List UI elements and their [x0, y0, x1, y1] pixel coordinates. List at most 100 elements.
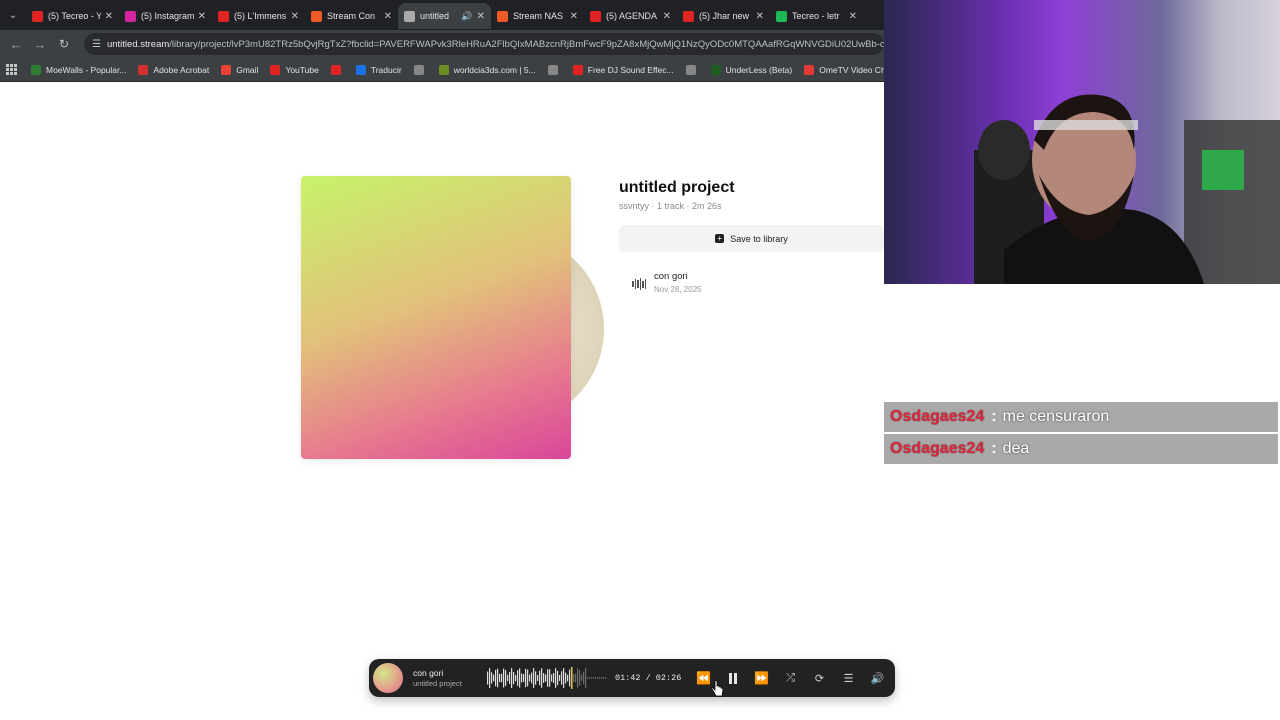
- waveform-bar: [513, 671, 515, 685]
- browser-tab[interactable]: (5) L'Immens ✕: [212, 3, 305, 29]
- track-row[interactable]: con gori Nov 28, 2025: [632, 271, 702, 294]
- bookmark-favicon-icon: [413, 64, 424, 75]
- audio-player-bar: con gori untitled project 01:42 / 02:26 …: [369, 659, 895, 697]
- waveform-bar: [575, 673, 577, 683]
- streamer-webcam-image: [974, 94, 1280, 284]
- bookmark-item[interactable]: Traducir: [355, 64, 402, 75]
- browser-tab[interactable]: (5) Tecreo - Y ✕: [26, 3, 119, 29]
- tab-close-icon[interactable]: ✕: [384, 11, 392, 22]
- browser-tab[interactable]: Stream Con ✕: [305, 3, 398, 29]
- tab-title: (5) AGENDA: [606, 11, 658, 21]
- tab-close-icon[interactable]: ✕: [849, 11, 857, 22]
- waveform-bar: [525, 668, 527, 688]
- save-to-library-button[interactable]: + Save to library: [619, 225, 884, 252]
- track-name: con gori: [654, 271, 688, 282]
- url-path: /library/project/lvP3mU82TRz5bQvjRgTxZ?f…: [169, 38, 884, 50]
- playhead-marker[interactable]: [571, 667, 573, 689]
- waveform-bar: [501, 673, 503, 683]
- browser-tab[interactable]: untitled 🔊 ✕: [398, 3, 491, 29]
- tabs-container: (5) Tecreo - Y ✕ (5) Instagram ✕ (5) L'Immen…: [26, 1, 863, 29]
- waveform-bar: [495, 669, 497, 687]
- project-title: untitled project: [619, 179, 735, 196]
- waveform-graphic: [487, 667, 607, 689]
- plus-icon: +: [715, 234, 725, 243]
- bookmark-favicon-icon: [31, 64, 41, 75]
- bookmarks-bar: MoeWalls - Popular... Adobe Acrobat Gmail Y…: [0, 58, 900, 82]
- chat-text: me censuraron: [1002, 408, 1110, 425]
- tab-close-icon[interactable]: ✕: [291, 11, 299, 22]
- waveform-bar: [591, 677, 593, 679]
- tab-close-icon[interactable]: ✕: [756, 11, 764, 22]
- bookmark-label: UnderLess (Beta): [725, 64, 793, 75]
- waveform-bar: [553, 673, 555, 683]
- waveform-bar: [533, 668, 535, 688]
- bookmark-label: YouTube: [285, 64, 319, 75]
- webcam-overlay: [884, 0, 1280, 284]
- bookmark-label: Free DJ Sound Effec...: [587, 64, 674, 75]
- shuffle-icon[interactable]: ⤮: [776, 665, 805, 691]
- apps-grid-icon[interactable]: [6, 63, 17, 76]
- bookmark-item[interactable]: Gmail: [221, 64, 258, 75]
- browser-tab[interactable]: (5) AGENDA ✕: [584, 3, 677, 29]
- bookmark-item[interactable]: [685, 64, 701, 75]
- tab-close-icon[interactable]: ✕: [105, 11, 113, 22]
- tab-favicon-icon: [311, 10, 322, 22]
- site-settings-icon[interactable]: ☰: [92, 39, 101, 50]
- tab-close-icon[interactable]: ✕: [477, 11, 485, 22]
- waveform-bar: [515, 674, 517, 682]
- bookmark-item[interactable]: YouTube: [270, 64, 319, 75]
- bookmark-favicon-icon: [710, 64, 721, 75]
- browser-tab[interactable]: Tecreo - letr ✕: [770, 3, 863, 29]
- chat-username: Osdagaes24: [890, 440, 985, 457]
- bookmark-favicon-icon: [330, 64, 341, 75]
- tab-close-icon[interactable]: ✕: [198, 11, 206, 22]
- bookmark-item[interactable]: [330, 64, 346, 75]
- bookmark-item[interactable]: [547, 64, 563, 75]
- bookmark-item[interactable]: worldcia3ds.com | 5...: [438, 64, 536, 75]
- tab-title: untitled: [420, 11, 450, 21]
- reload-icon[interactable]: ↻: [52, 37, 76, 51]
- waveform-bar: [597, 677, 599, 679]
- fast-forward-icon[interactable]: ⏩: [747, 665, 776, 691]
- waveform-bar: [541, 668, 543, 688]
- waveform-bar: [511, 668, 513, 688]
- address-bar-row: ← → ↻ ☰ untitled.stream/library/project/…: [0, 30, 884, 58]
- chat-message: Osdagaes24: dea: [884, 434, 1278, 464]
- tab-search-chevron-icon[interactable]: ⌄: [0, 0, 26, 30]
- waveform-bar: [545, 674, 547, 682]
- waveform-bar: [587, 677, 589, 679]
- bookmark-favicon-icon: [138, 64, 149, 75]
- back-arrow-icon[interactable]: ←: [4, 37, 28, 52]
- chat-separator: :: [991, 440, 997, 457]
- bookmark-item[interactable]: MoeWalls - Popular...: [31, 64, 126, 75]
- waveform-bar: [527, 669, 529, 687]
- tab-close-icon[interactable]: ✕: [663, 11, 671, 22]
- url-bar[interactable]: ☰ untitled.stream/library/project/lvP3mU…: [84, 33, 884, 55]
- repeat-icon[interactable]: ⟳: [805, 665, 834, 691]
- browser-tab[interactable]: (5) Instagram ✕: [119, 3, 212, 29]
- tab-favicon-icon: [776, 10, 787, 22]
- bookmark-item[interactable]: Free DJ Sound Effec...: [572, 64, 674, 75]
- waveform-bar: [529, 674, 531, 682]
- waveform-bar: [519, 668, 521, 688]
- waveform-bar: [493, 674, 495, 682]
- forward-arrow-icon[interactable]: →: [28, 37, 52, 52]
- pause-glyph: [728, 672, 737, 684]
- tab-audio-icon[interactable]: 🔊: [461, 11, 472, 22]
- queue-icon[interactable]: ☰: [834, 665, 863, 691]
- tab-close-icon[interactable]: ✕: [570, 11, 578, 22]
- tab-favicon-icon: [125, 10, 136, 22]
- player-waveform-scrubber[interactable]: [487, 665, 607, 691]
- browser-tab[interactable]: Stream NAS ✕: [491, 3, 584, 29]
- waveform-bar: [559, 674, 561, 682]
- volume-icon[interactable]: 🔊: [863, 665, 892, 691]
- tab-favicon-icon: [683, 10, 694, 22]
- player-artwork: [373, 663, 403, 693]
- waveform-bar: [549, 669, 551, 687]
- bookmark-item[interactable]: UnderLess (Beta): [710, 64, 793, 75]
- waveform-bar: [599, 677, 601, 679]
- bookmark-item[interactable]: [413, 64, 429, 75]
- browser-tab[interactable]: (5) Jhar new ✕: [677, 3, 770, 29]
- bookmark-favicon-icon: [221, 64, 232, 75]
- bookmark-item[interactable]: Adobe Acrobat: [138, 64, 209, 75]
